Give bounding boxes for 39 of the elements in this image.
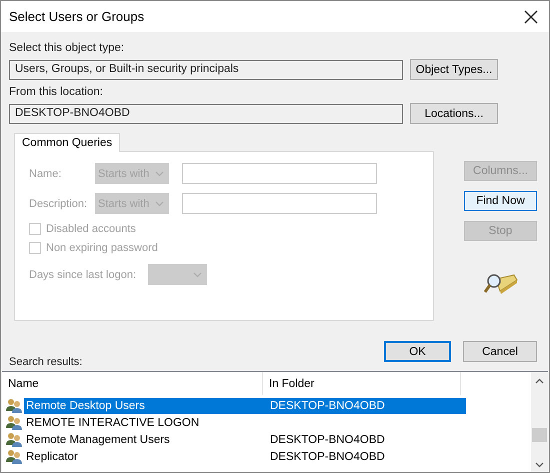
table-cell-text: DESKTOP-BNO4OBD — [269, 434, 386, 446]
scroll-up-icon[interactable] — [535, 378, 544, 384]
checkbox-label: Disabled accounts — [46, 223, 136, 235]
table-cell-text: REMOTE INTERACTIVE LOGON — [25, 416, 200, 428]
object-types-button[interactable]: Object Types... — [410, 59, 498, 80]
group-icon — [6, 432, 23, 447]
group-icon — [6, 449, 23, 464]
days-label: Days since last logon: — [29, 268, 136, 280]
table-cell-text: Remote Management Users — [25, 434, 171, 446]
tab[interactable]: Common Queries — [14, 133, 120, 152]
window-title: Select Users or Groups — [9, 9, 144, 24]
location-field[interactable]: DESKTOP-BNO4OBD — [9, 104, 403, 124]
checkbox-label: Non expiring password — [46, 242, 158, 254]
caret-icon — [193, 272, 202, 278]
close-icon[interactable] — [524, 10, 538, 24]
locations-button[interactable]: Locations... — [410, 103, 498, 124]
object-type-field[interactable]: Users, Groups, or Built-in security principals — [9, 60, 403, 80]
scroll-down-icon[interactable] — [535, 462, 544, 468]
table-cell-text: DESKTOP-BNO4OBD — [269, 400, 386, 412]
field-label: Name: — [29, 168, 62, 180]
dialog-button[interactable]: Cancel — [463, 341, 537, 362]
column-header[interactable]: Name — [2, 372, 263, 395]
table-cell-text: Replicator — [25, 450, 79, 462]
selected-row[interactable]: Remote Desktop Users DESKTOP-BNO4OBD — [24, 398, 466, 414]
query-button[interactable]: Find Now — [464, 191, 537, 211]
group-icon — [6, 415, 23, 430]
caret-icon — [155, 200, 164, 206]
scroll-thumb[interactable] — [532, 428, 547, 442]
caret-icon — [155, 170, 164, 176]
search-results-label: Search results: — [9, 356, 82, 368]
dialog-button[interactable]: OK — [384, 341, 451, 362]
table-cell-text: DESKTOP-BNO4OBD — [269, 450, 386, 462]
table-cell-text: Remote Desktop Users — [25, 400, 146, 412]
object-type-label: Select this object type: — [9, 42, 126, 56]
column-header[interactable]: In Folder — [263, 372, 461, 395]
field-label: Description: — [29, 198, 88, 210]
scrollbar[interactable] — [531, 372, 548, 472]
location-label: From this location: — [9, 86, 104, 100]
group-icon — [6, 398, 23, 413]
